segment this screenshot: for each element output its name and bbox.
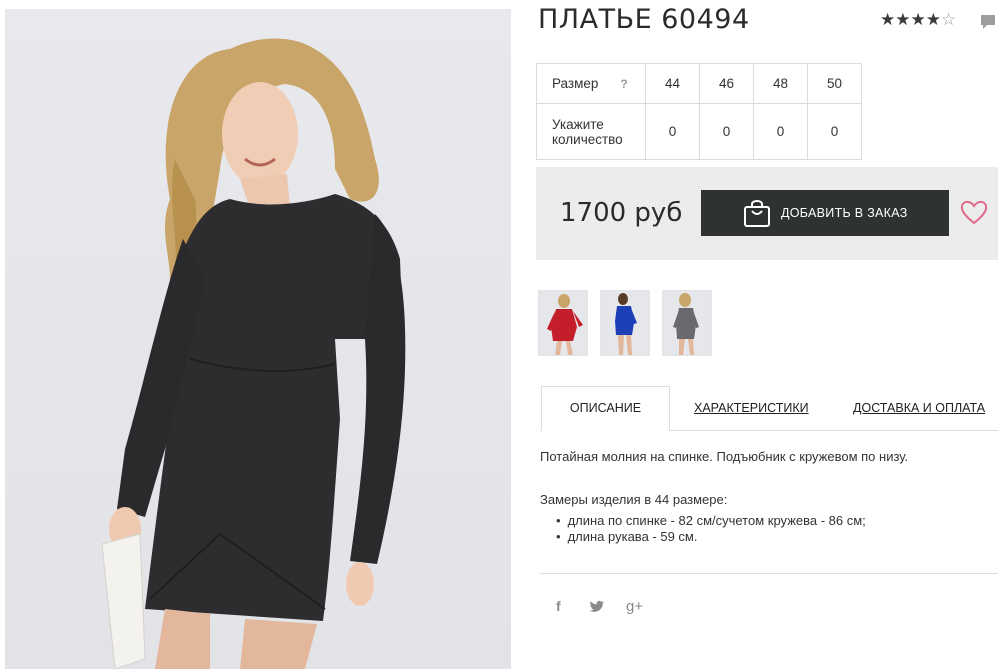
- star-icon[interactable]: ★: [880, 10, 895, 29]
- order-panel: 1700 руб ДОБАВИТЬ В ЗАКАЗ: [536, 167, 998, 260]
- size-label-cell: Размер?: [536, 63, 646, 104]
- description-text: Потайная молния на спинке. Подъюбник с к…: [540, 449, 909, 464]
- measures-list: длина по спинке - 82 см/сучетом кружева …: [556, 513, 866, 545]
- star-icon[interactable]: ★: [911, 10, 926, 29]
- blue-dress-thumbnail[interactable]: [600, 290, 650, 356]
- quantity-input-46[interactable]: 0: [699, 103, 754, 160]
- measures-title: Замеры изделия в 44 размере:: [540, 492, 728, 507]
- size-46: 46: [699, 63, 754, 104]
- tab-characteristics[interactable]: ХАРАКТЕРИСТИКИ: [694, 401, 809, 415]
- size-44: 44: [645, 63, 700, 104]
- product-photo[interactable]: [5, 9, 511, 669]
- product-title: ПЛАТЬЕ 60494: [538, 4, 750, 35]
- add-to-order-label: ДОБАВИТЬ В ЗАКАЗ: [781, 206, 908, 220]
- quantity-label-line2: количество: [552, 131, 623, 147]
- size-label: Размер: [552, 76, 599, 91]
- product-photo-illustration: [101, 38, 406, 669]
- tab-delivery-payment[interactable]: ДОСТАВКА И ОПЛАТА: [853, 401, 985, 415]
- size-table: Размер? 44 46 48 50 Укажите количество 0…: [536, 63, 862, 160]
- heart-icon[interactable]: [960, 199, 988, 225]
- tab-description[interactable]: ОПИСАНИЕ: [541, 386, 670, 431]
- list-item: длина рукава - 59 см.: [556, 529, 866, 545]
- divider: [540, 573, 998, 574]
- size-48: 48: [753, 63, 808, 104]
- comment-icon[interactable]: [980, 14, 996, 30]
- twitter-icon[interactable]: [589, 600, 605, 613]
- star-icon[interactable]: ★: [926, 10, 941, 29]
- red-dress-thumbnail[interactable]: [538, 290, 588, 356]
- quantity-input-50[interactable]: 0: [807, 103, 862, 160]
- quantity-input-48[interactable]: 0: [753, 103, 808, 160]
- size-help-icon[interactable]: ?: [620, 77, 627, 91]
- quantity-label-cell: Укажите количество: [536, 103, 646, 160]
- list-item: длина по спинке - 82 см/сучетом кружева …: [556, 513, 866, 529]
- star-empty-icon[interactable]: ☆: [941, 10, 956, 29]
- rating-stars[interactable]: ★★★★☆: [880, 10, 956, 30]
- quantity-label-line1: Укажите: [552, 116, 604, 132]
- quantity-input-44[interactable]: 0: [645, 103, 700, 160]
- add-to-order-button[interactable]: ДОБАВИТЬ В ЗАКАЗ: [701, 190, 949, 236]
- star-icon[interactable]: ★: [895, 10, 910, 29]
- shopping-bag-icon: [744, 200, 770, 227]
- google-plus-icon[interactable]: g+: [626, 598, 643, 615]
- price: 1700 руб: [560, 198, 683, 228]
- quantity-row: Укажите количество 0 0 0 0: [536, 103, 862, 160]
- size-row: Размер? 44 46 48 50: [536, 63, 862, 104]
- facebook-icon[interactable]: f: [556, 598, 561, 614]
- size-50: 50: [807, 63, 862, 104]
- grey-dress-thumbnail[interactable]: [662, 290, 712, 356]
